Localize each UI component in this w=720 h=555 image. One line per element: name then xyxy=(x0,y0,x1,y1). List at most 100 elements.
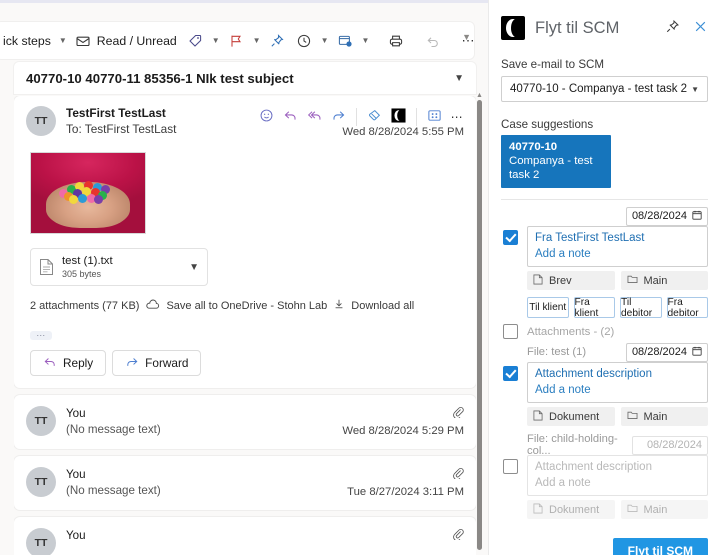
message-more-icon[interactable]: ⋯ xyxy=(451,113,464,121)
attachment-2-folder-field[interactable]: Main xyxy=(621,500,709,519)
expand-signature-button[interactable]: ⋯ xyxy=(30,331,52,340)
email-note-box[interactable]: Fra TestFirst TestLast Add a note xyxy=(527,226,708,267)
message-recipient: To: TestFirst TestLast xyxy=(66,121,176,138)
message-expanded: TT TestFirst TestLast To: TestFirst Test… xyxy=(14,96,476,388)
vertical-scrollbar[interactable] xyxy=(477,100,482,550)
email-doctype-field[interactable]: Brev xyxy=(527,271,615,290)
calendar-icon xyxy=(692,210,702,223)
apps-grid-icon[interactable] xyxy=(427,108,442,126)
email-subject-bar[interactable]: 40770-10 40770-11 85356-1 NIk test subje… xyxy=(14,62,476,94)
flag-chevron-down-icon[interactable]: ▼ xyxy=(250,36,264,45)
attachment-2-checkbox[interactable] xyxy=(503,459,518,474)
reply-forward-row: Reply Forward xyxy=(30,350,464,376)
attachment-footer: 2 attachments (77 KB) Save all to OneDri… xyxy=(30,298,464,313)
email-entry-title: Fra TestFirst TestLast xyxy=(535,230,700,246)
message-collapsed[interactable]: TT You (No message text) Wed 8/28/2024 5… xyxy=(14,395,476,449)
save-email-label: Save e-mail to SCM xyxy=(501,58,708,71)
reply-button[interactable]: Reply xyxy=(30,350,106,376)
forward-button[interactable]: Forward xyxy=(112,350,201,376)
forward-icon[interactable] xyxy=(331,108,346,126)
direction-button-row: Til klient Fra klient Til debitor Fra de… xyxy=(527,297,708,318)
flyt-til-scm-button[interactable]: Flyt til SCM xyxy=(613,538,708,555)
message-collapsed[interactable]: TT You (No message text) Tue 8/27/2024 3… xyxy=(14,456,476,510)
reply-all-icon[interactable] xyxy=(307,108,322,126)
outlook-ribbon-toolbar: ick steps ▼ Read / Unread ▼ ▼ xyxy=(0,22,474,59)
case-suggestions-label: Case suggestions xyxy=(501,118,708,131)
attachment-2-date-field[interactable]: 08/28/2024 xyxy=(632,436,708,455)
eraser-icon[interactable] xyxy=(367,108,382,126)
til-klient-button[interactable]: Til klient xyxy=(527,297,569,318)
attachments-select-all-checkbox[interactable] xyxy=(503,324,518,339)
categorize-button[interactable] xyxy=(182,28,209,54)
paperclip-icon xyxy=(452,528,464,543)
attachment-1-note-placeholder[interactable]: Add a note xyxy=(535,382,700,398)
snooze-button[interactable] xyxy=(291,28,318,54)
rules-chevron-down-icon[interactable]: ▼ xyxy=(359,36,373,45)
rules-button[interactable] xyxy=(332,28,359,54)
message-sender: You xyxy=(66,528,86,543)
pin-icon[interactable] xyxy=(665,19,680,37)
attachment-2-description[interactable]: Attachment description xyxy=(535,459,700,475)
ribbon-collapse-chevron-icon[interactable]: ▼ xyxy=(462,32,471,42)
pin-message-button[interactable] xyxy=(264,28,291,54)
react-smiley-icon[interactable] xyxy=(259,108,274,126)
message-participants: TestFirst TestLast To: TestFirst TestLas… xyxy=(66,106,176,138)
forward-button-label: Forward xyxy=(145,356,188,370)
message-sender: You xyxy=(66,406,161,421)
attachment-1-date-field[interactable]: 08/28/2024 xyxy=(626,343,708,362)
quick-steps-button[interactable]: ick steps xyxy=(0,28,56,54)
email-note-placeholder[interactable]: Add a note xyxy=(535,246,700,262)
avatar: TT xyxy=(26,528,56,555)
case-suggestion-chip[interactable]: 40770-10 Companya - test task 2 xyxy=(501,135,611,188)
attachment-tile[interactable]: test (1).txt 305 bytes ▼ xyxy=(30,248,208,286)
message-collapsed[interactable]: TT You xyxy=(14,517,476,555)
attachment-chevron-down-icon[interactable]: ▼ xyxy=(189,262,199,273)
fra-klient-button[interactable]: Fra klient xyxy=(574,297,616,318)
attachment-1-description[interactable]: Attachment description xyxy=(535,366,700,382)
attachment-1-note-box[interactable]: Attachment description Add a note xyxy=(527,362,708,403)
email-entry-checkbox[interactable] xyxy=(503,230,518,245)
read-unread-button[interactable]: Read / Unread xyxy=(70,28,182,54)
window-top-strip xyxy=(0,0,488,22)
scm-addin-icon[interactable] xyxy=(391,108,406,126)
attachment-1-doctype-field[interactable]: Dokument xyxy=(527,407,615,426)
task-pane-header-actions xyxy=(665,19,708,37)
subject-chevron-down-icon[interactable]: ▼ xyxy=(454,73,464,84)
paperclip-icon xyxy=(452,406,464,421)
attachment-2-note-placeholder[interactable]: Add a note xyxy=(535,475,700,491)
fra-debitor-button[interactable]: Fra debitor xyxy=(667,297,709,318)
close-icon[interactable] xyxy=(693,19,708,37)
calendar-icon xyxy=(692,346,702,359)
attachment-2-date-value: 08/28/2024 xyxy=(647,439,702,451)
undo-icon xyxy=(424,32,441,49)
snooze-chevron-down-icon[interactable]: ▼ xyxy=(318,36,332,45)
message-actions: ⋯ xyxy=(259,106,464,126)
attachment-2-note-box[interactable]: Attachment description Add a note xyxy=(527,455,708,496)
flag-button[interactable] xyxy=(223,28,250,54)
print-icon xyxy=(387,32,404,49)
attachment-1-folder-field[interactable]: Main xyxy=(621,407,709,426)
attachment-2-doctype-field[interactable]: Dokument xyxy=(527,500,615,519)
outlook-reading-pane: ick steps ▼ Read / Unread ▼ ▼ xyxy=(0,0,488,555)
case-select-value: 40770-10 - Companya - test task 2 xyxy=(510,83,687,95)
attachment-1-checkbox[interactable] xyxy=(503,366,518,381)
case-select[interactable]: 40770-10 - Companya - test task 2 ▼ xyxy=(501,76,708,102)
save-all-to-onedrive-link[interactable]: Save all to OneDrive - Stohn Lab xyxy=(166,300,327,312)
reply-icon[interactable] xyxy=(283,108,298,126)
email-date-field[interactable]: 08/28/2024 xyxy=(626,207,708,226)
quick-steps-chevron-down-icon[interactable]: ▼ xyxy=(56,36,70,45)
categorize-chevron-down-icon[interactable]: ▼ xyxy=(209,36,223,45)
message-sender: TestFirst TestLast xyxy=(66,106,176,121)
attachment-2-tag-row: Dokument Main xyxy=(527,500,708,519)
til-debitor-button[interactable]: Til debitor xyxy=(620,297,662,318)
undo-button[interactable] xyxy=(419,28,446,54)
message-date: Wed 8/28/2024 5:29 PM xyxy=(342,425,464,437)
rules-icon xyxy=(337,32,354,49)
download-all-link[interactable]: Download all xyxy=(351,300,414,312)
email-folder-field[interactable]: Main xyxy=(621,271,709,290)
scroll-up-arrow-icon[interactable]: ▲ xyxy=(476,92,483,99)
email-folder-value: Main xyxy=(644,275,668,287)
document-icon xyxy=(533,503,543,517)
print-button[interactable] xyxy=(382,28,409,54)
message-summary: You xyxy=(66,528,86,543)
